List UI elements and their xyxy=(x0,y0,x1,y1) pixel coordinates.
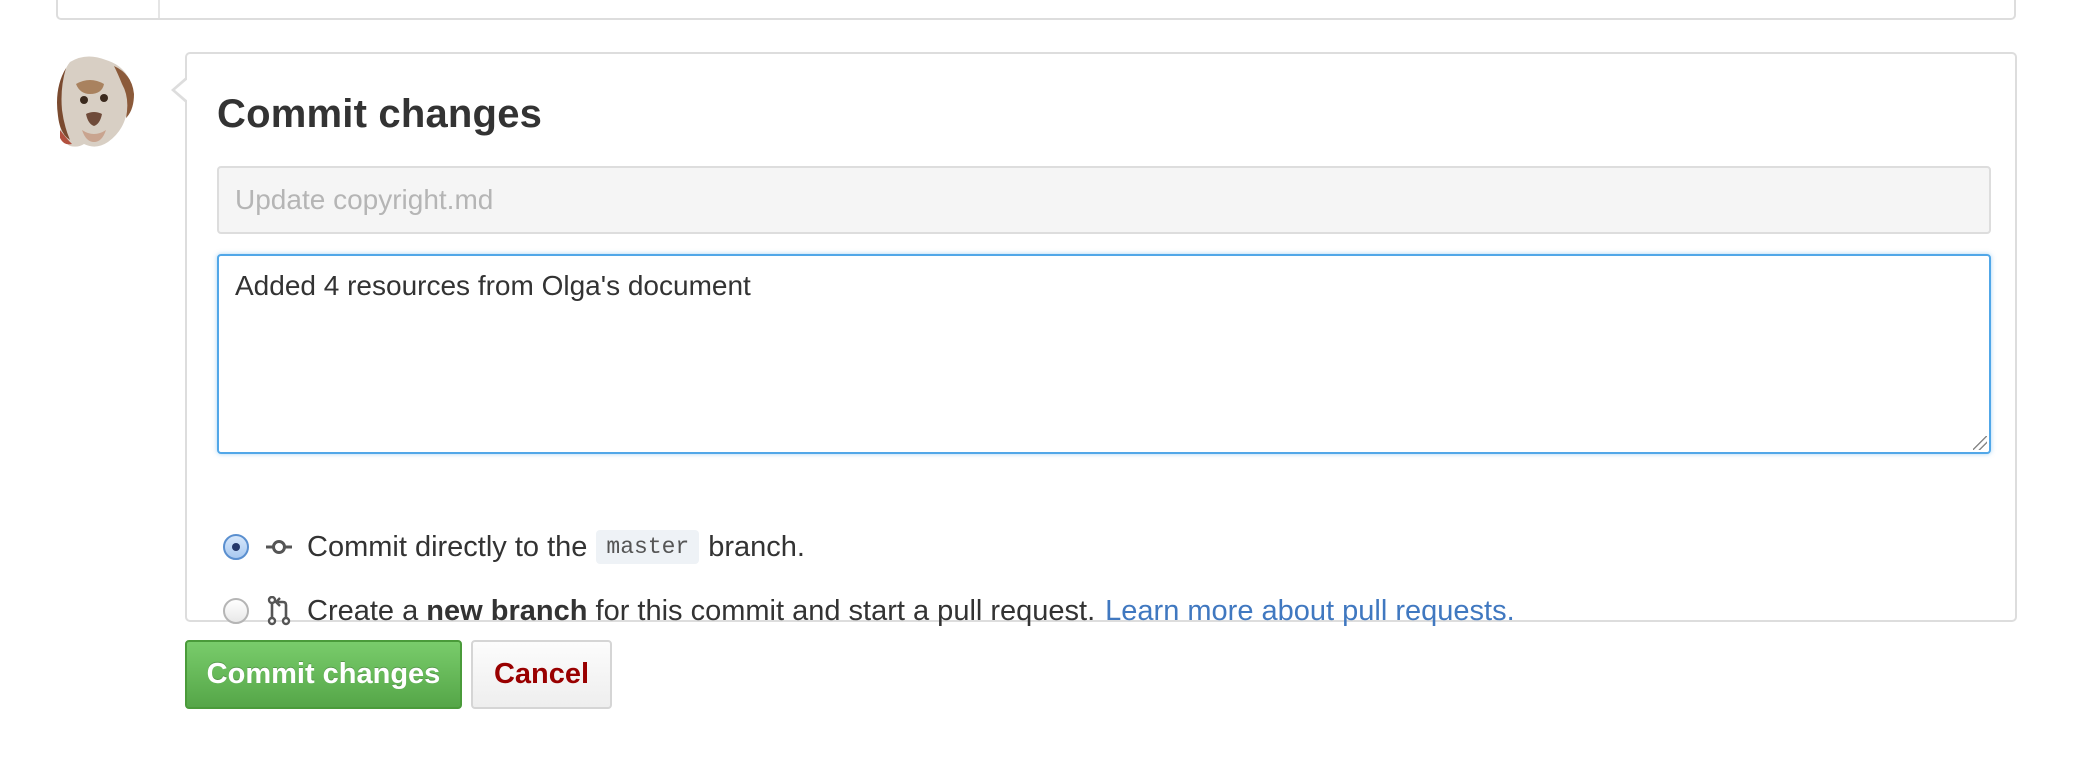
avatar xyxy=(56,54,134,150)
option-direct-text: Commit directly to the xyxy=(307,530,588,563)
commit-form-title: Commit changes xyxy=(217,92,543,136)
option-direct-text-after: branch. xyxy=(708,530,805,563)
option-commit-directly[interactable]: Commit directly to the master branch. xyxy=(223,527,805,567)
git-commit-icon xyxy=(266,540,292,554)
resize-handle-icon[interactable] xyxy=(1973,436,1987,450)
panel-divider xyxy=(158,0,160,18)
commit-changes-button[interactable]: Commit changes xyxy=(185,640,462,709)
radio-commit-directly[interactable] xyxy=(223,534,249,560)
option-new-branch[interactable]: Create a new branch for this commit and … xyxy=(223,591,1515,631)
option-new-branch-text: Create a xyxy=(307,594,419,627)
option-new-branch-text-after: for this commit and start a pull request… xyxy=(595,594,1096,627)
panel-pointer-fill xyxy=(175,78,189,102)
learn-more-pull-requests-link[interactable]: Learn more about pull requests. xyxy=(1105,595,1514,628)
branch-name-badge: master xyxy=(596,530,700,564)
cancel-button[interactable]: Cancel xyxy=(471,640,612,709)
radio-new-branch[interactable] xyxy=(223,598,249,624)
option-new-branch-bold: new branch xyxy=(426,594,588,627)
git-pull-request-icon xyxy=(267,596,291,626)
previous-panel-edge xyxy=(56,0,2016,20)
commit-description-textarea[interactable]: Added 4 resources from Olga's document xyxy=(217,254,1991,454)
commit-form-panel: Commit changes Added 4 resources from Ol… xyxy=(171,52,2017,627)
commit-summary-input[interactable] xyxy=(217,166,1991,234)
